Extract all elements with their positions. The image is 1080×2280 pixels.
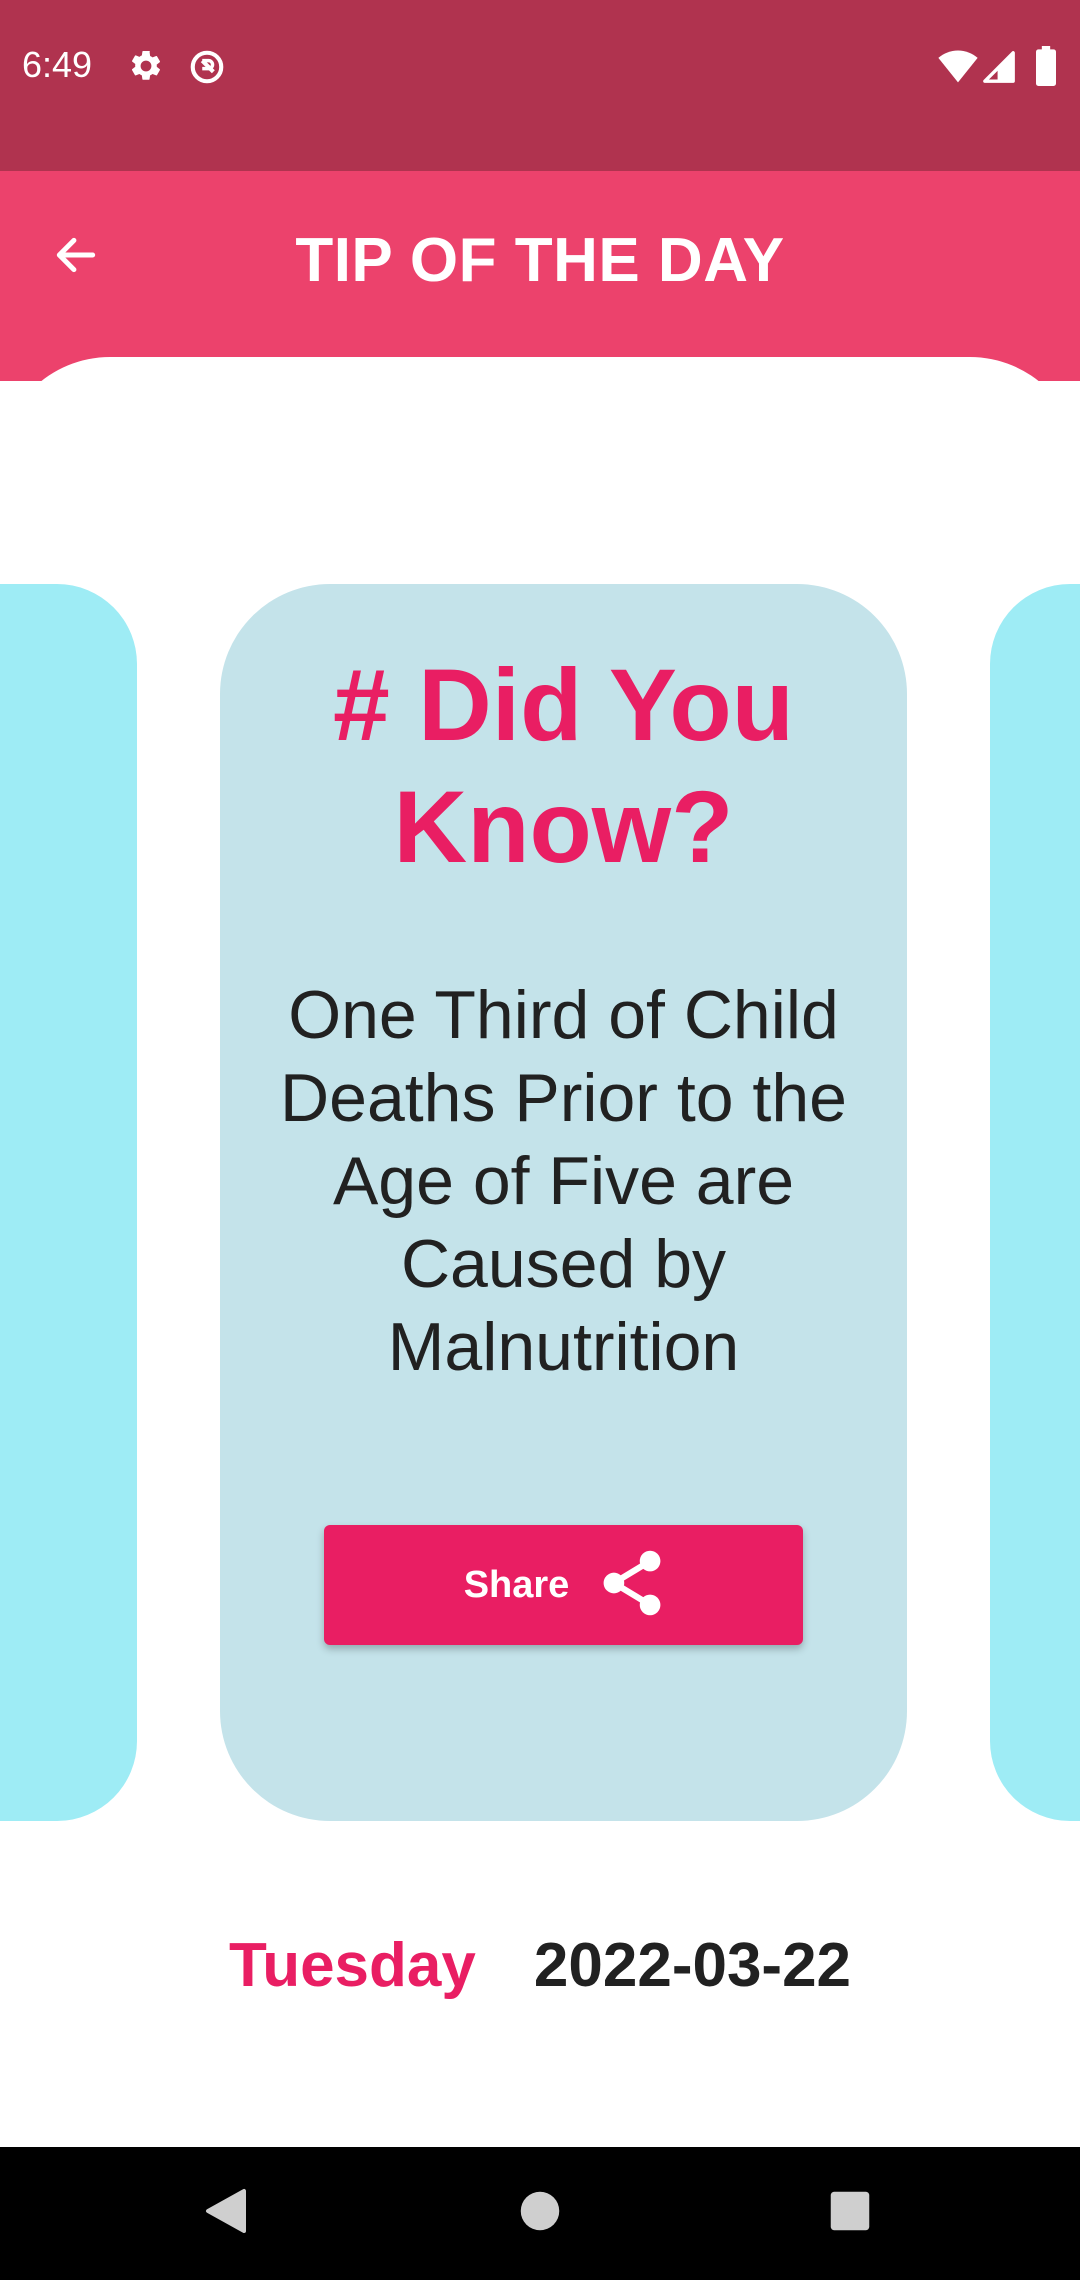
app-bar: TIP OF THE DAY bbox=[0, 171, 1080, 381]
tip-body: One Third of Child Deaths Prior to the A… bbox=[280, 977, 847, 1385]
share-label: Share bbox=[463, 1563, 570, 1606]
status-time: 6:49 bbox=[22, 44, 93, 85]
back-triangle-icon bbox=[204, 2187, 248, 2240]
tip-card: # Did You Know? One Third of Child Death… bbox=[220, 584, 907, 1821]
tip-heading: # Did You Know? bbox=[333, 648, 794, 884]
page-title: TIP OF THE DAY bbox=[295, 226, 785, 295]
signal-icon bbox=[982, 50, 1016, 84]
battery-icon bbox=[1036, 46, 1056, 86]
recents-square-icon bbox=[829, 2190, 871, 2237]
share-icon bbox=[601, 1549, 663, 1622]
date-row: Tuesday 2022-03-22 bbox=[0, 1930, 1080, 2001]
do-not-disturb-icon bbox=[188, 48, 224, 84]
screen: 6:49 TIP OF THE DAY # Did You Know? One … bbox=[0, 0, 1080, 2280]
nav-recents-button[interactable] bbox=[814, 2177, 886, 2249]
gear-icon bbox=[128, 48, 164, 84]
wifi-icon bbox=[938, 48, 978, 84]
previous-tip-card[interactable] bbox=[0, 584, 137, 1821]
navigation-bar bbox=[0, 2147, 1080, 2280]
nav-home-button[interactable] bbox=[504, 2177, 576, 2249]
status-bar: 6:49 bbox=[0, 0, 1080, 171]
date-label: 2022-03-22 bbox=[533, 1931, 852, 2000]
day-label: Tuesday bbox=[228, 1931, 476, 2000]
nav-back-button[interactable] bbox=[190, 2177, 262, 2249]
next-tip-card[interactable] bbox=[990, 584, 1080, 1821]
share-button[interactable]: Share bbox=[324, 1525, 803, 1645]
home-circle-icon bbox=[519, 2190, 561, 2237]
